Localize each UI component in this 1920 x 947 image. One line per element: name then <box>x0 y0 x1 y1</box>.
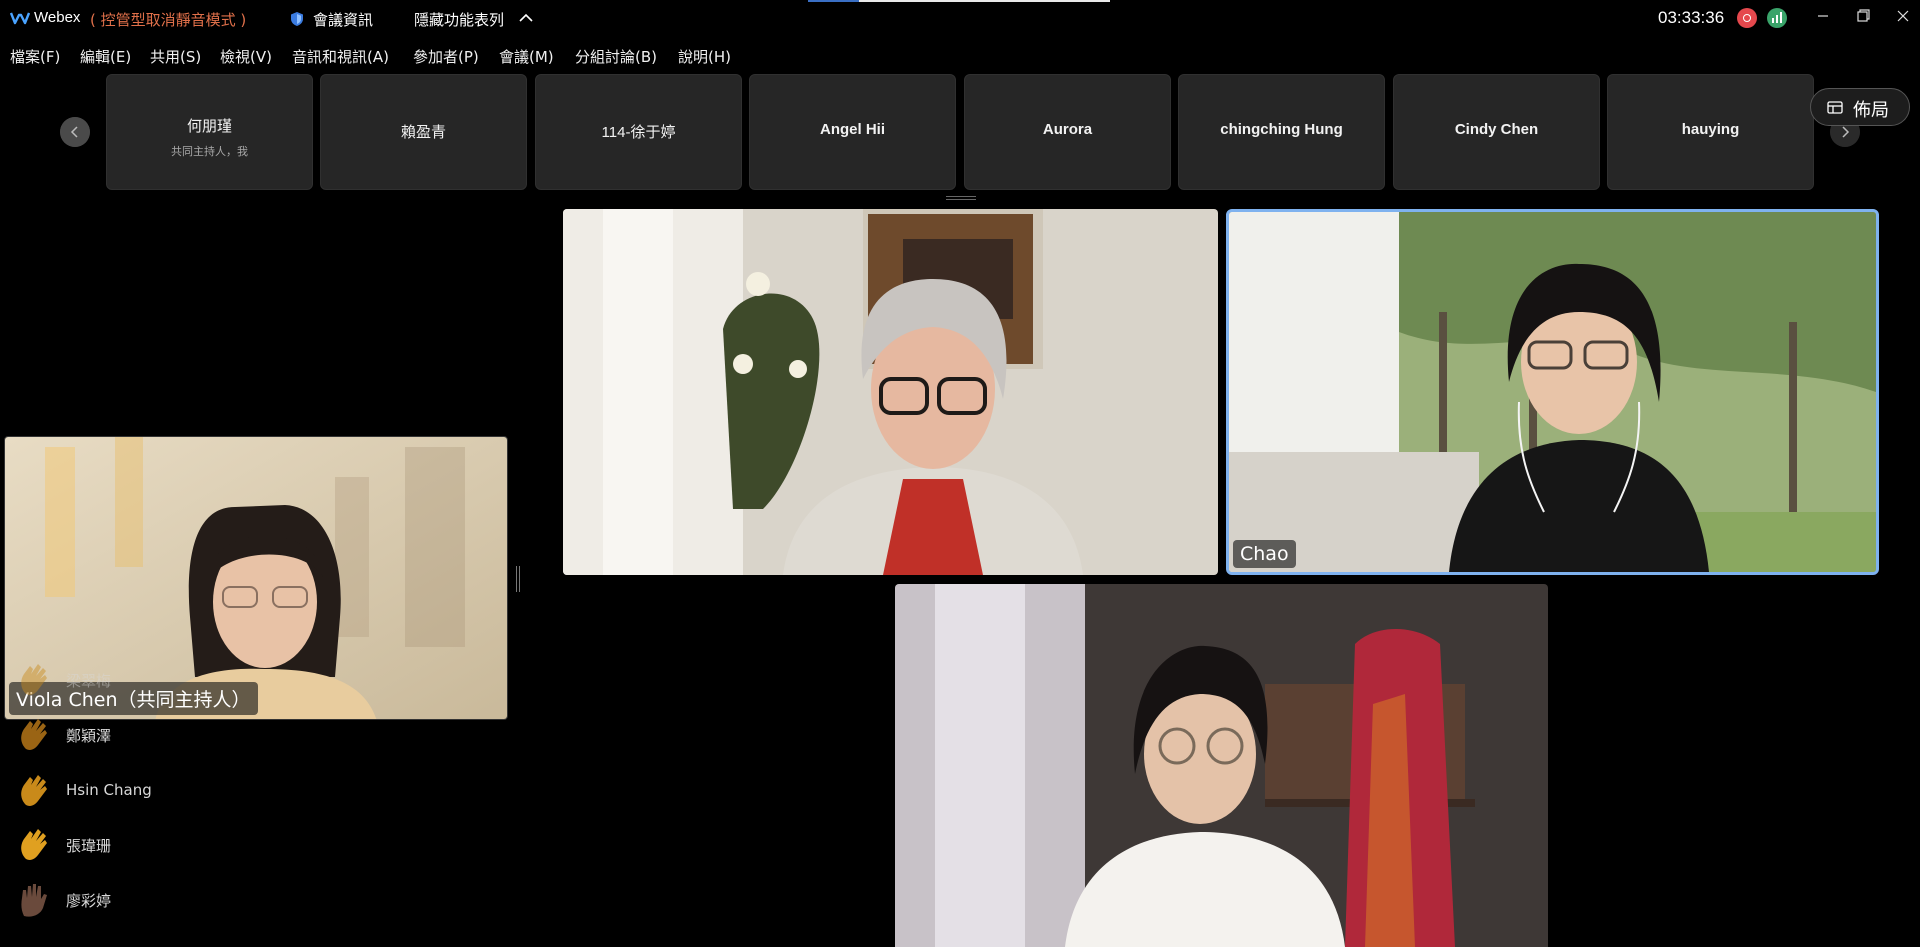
participant-video-label: Chao <box>1233 540 1296 568</box>
clap-icon <box>21 719 47 750</box>
participant-name: Angel Hii <box>819 121 885 138</box>
participant-tile[interactable]: 賴盈青 <box>320 74 527 190</box>
filmstrip-resize-handle[interactable] <box>946 196 976 200</box>
share-progress-fill <box>808 0 860 2</box>
menu-bar: 檔案(F) 編輯(E) 共用(S) 檢視(V) 音訊和視訊(A) 參加者(P) … <box>0 40 900 70</box>
participant-tile[interactable]: Cindy Chen <box>1393 74 1600 190</box>
stage-resize-handle[interactable] <box>516 566 520 592</box>
menu-breakout[interactable]: 分組討論(B) <box>575 46 657 67</box>
reaction-row: 廖彩婷 <box>14 876 314 922</box>
participant-role: 共同主持人，我 <box>171 145 248 158</box>
participant-tile[interactable]: Angel Hii <box>749 74 956 190</box>
record-icon[interactable] <box>1737 8 1757 28</box>
reaction-participant-name: Hsin Chang <box>66 781 152 799</box>
participant-tile[interactable]: Aurora <box>964 74 1171 190</box>
meeting-info-link[interactable]: 會議資訊 <box>313 9 373 30</box>
video-feed <box>895 584 1548 947</box>
reaction-row: 鄭穎澤 <box>14 711 314 757</box>
layout-icon <box>1827 101 1843 114</box>
reaction-row: 張瑋珊 <box>14 821 314 867</box>
participant-tile[interactable]: chingching Hung <box>1178 74 1385 190</box>
menu-participants[interactable]: 參加者(P) <box>413 46 479 67</box>
clap-icon <box>21 829 47 860</box>
raise-hand-icon <box>21 884 47 917</box>
menu-view[interactable]: 檢視(V) <box>220 46 272 67</box>
video-chao[interactable]: Chao <box>1226 209 1879 575</box>
participant-name: chingching Hung <box>1220 121 1343 138</box>
reaction-participant-name: 梁翠梅 <box>66 672 112 690</box>
reaction-participant-name: 鄭穎澤 <box>66 727 112 745</box>
share-progress-bar <box>808 0 1110 2</box>
participant-name: 114-徐于婷 <box>601 124 676 141</box>
menu-edit[interactable]: 編輯(E) <box>80 46 131 67</box>
app-name: Webex <box>34 9 81 26</box>
participant-tile[interactable]: 114-徐于婷 <box>535 74 742 190</box>
filmstrip-prev-button[interactable] <box>60 117 90 147</box>
webex-logo-icon <box>10 12 30 25</box>
reaction-row: 梁翠梅 <box>14 656 314 702</box>
hide-menu-bar-button[interactable]: 隱藏功能表列 <box>414 9 504 30</box>
reaction-participant-name: 廖彩婷 <box>66 892 112 910</box>
participant-tile[interactable]: 何朋瑾 共同主持人，我 <box>106 74 313 190</box>
chevron-up-icon[interactable] <box>518 11 534 25</box>
shield-icon[interactable] <box>290 11 304 27</box>
layout-label: 佈局 <box>1853 100 1889 121</box>
menu-share[interactable]: 共用(S) <box>150 46 201 67</box>
video-feed <box>1229 212 1876 572</box>
participant-tile[interactable]: hauying <box>1607 74 1814 190</box>
participant-name: 何朋瑾 <box>186 118 232 135</box>
video-participant-2[interactable] <box>895 584 1548 947</box>
title-bar: Webex ( 控管型取消靜音模式 ) 會議資訊 隱藏功能表列 03:33:36 <box>0 0 1920 38</box>
video-participant-1[interactable] <box>563 209 1218 575</box>
network-stats-icon[interactable] <box>1767 8 1787 28</box>
unmute-mode-text: ( 控管型取消靜音模式 ) <box>90 11 247 29</box>
close-icon[interactable] <box>1880 0 1920 34</box>
clap-icon <box>21 664 47 695</box>
clap-icon <box>21 775 47 806</box>
participant-name: 賴盈青 <box>400 124 446 141</box>
menu-help[interactable]: 說明(H) <box>678 46 731 67</box>
video-feed <box>563 209 1218 575</box>
menu-meeting[interactable]: 會議(M) <box>499 46 554 67</box>
participant-name: Aurora <box>1042 121 1093 138</box>
reaction-row: Hsin Chang <box>14 767 314 813</box>
menu-audio-video[interactable]: 音訊和視訊(A) <box>292 46 389 67</box>
participant-name: hauying <box>1681 121 1740 138</box>
layout-button[interactable]: 佈局 <box>1810 88 1910 126</box>
meeting-clock: 03:33:36 <box>1658 8 1725 27</box>
reaction-participant-name: 張瑋珊 <box>66 837 112 855</box>
menu-file[interactable]: 檔案(F) <box>10 46 60 67</box>
participant-name: Cindy Chen <box>1454 121 1539 138</box>
